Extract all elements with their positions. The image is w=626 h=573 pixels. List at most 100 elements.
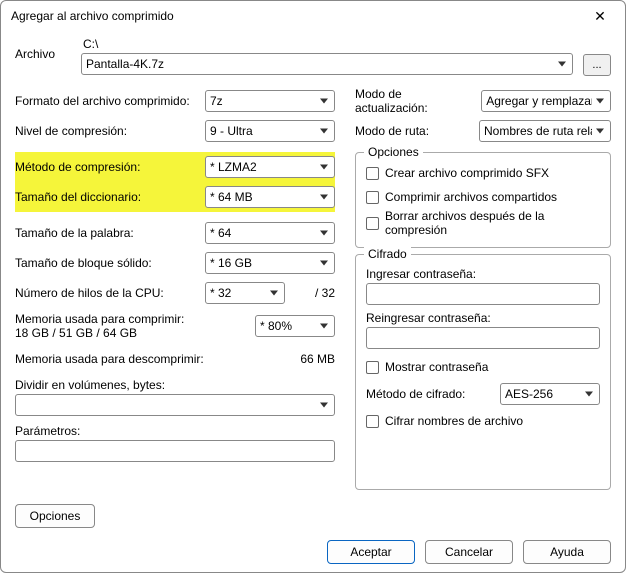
ok-button[interactable]: Aceptar xyxy=(327,540,415,564)
window-title: Agregar al archivo comprimido xyxy=(11,9,174,23)
opt-shared-row[interactable]: Comprimir archivos compartidos xyxy=(366,185,600,209)
archive-name-value: Pantalla-4K.7z xyxy=(86,57,164,71)
format-select[interactable]: 7z xyxy=(205,90,335,112)
archive-path: C:\ xyxy=(83,37,573,51)
enc-method-row: Método de cifrado: AES-256 xyxy=(366,379,600,409)
help-button-label: Ayuda xyxy=(550,545,584,559)
method-row: Método de compresión: * LZMA2 xyxy=(15,152,335,182)
format-row: Formato del archivo comprimido: 7z xyxy=(15,86,335,116)
threads-row: Número de hilos de la CPU: * 32 / 32 xyxy=(15,278,335,308)
format-value: 7z xyxy=(210,94,223,108)
opt-delete-label: Borrar archivos después de la compresión xyxy=(385,209,600,237)
dict-select[interactable]: * 64 MB xyxy=(205,186,335,208)
pwd-label: Ingresar contraseña: xyxy=(366,267,600,281)
mem-decomp-value: 66 MB xyxy=(275,352,335,366)
checkbox-icon[interactable] xyxy=(366,415,379,428)
level-select[interactable]: 9 - Ultra xyxy=(205,120,335,142)
dict-row: Tamaño del diccionario: * 64 MB xyxy=(15,182,335,212)
params-input[interactable] xyxy=(15,440,335,462)
enc-names-row[interactable]: Cifrar nombres de archivo xyxy=(366,409,600,433)
pathmode-row: Modo de ruta: Nombres de ruta relativos xyxy=(355,116,611,146)
encrypt-legend: Cifrado xyxy=(364,247,411,261)
memory-compress-block: Memoria usada para comprimir: 18 GB / 51… xyxy=(15,312,335,340)
archive-file-stack: C:\ Pantalla-4K.7z xyxy=(81,37,573,75)
params-block: Parámetros: xyxy=(15,424,335,462)
left-column: Formato del archivo comprimido: 7z Nivel… xyxy=(15,86,335,490)
checkbox-icon[interactable] xyxy=(366,361,379,374)
checkbox-icon[interactable] xyxy=(366,167,379,180)
word-value: * 64 xyxy=(210,226,231,240)
dict-value: * 64 MB xyxy=(210,190,253,204)
pathmode-label: Modo de ruta: xyxy=(355,124,429,138)
browse-button[interactable]: ... xyxy=(583,54,611,76)
split-select[interactable] xyxy=(15,394,335,416)
mem-comp-label: Memoria usada para comprimir: xyxy=(15,312,247,326)
show-pwd-row[interactable]: Mostrar contraseña xyxy=(366,355,600,379)
pwd2-label: Reingresar contraseña: xyxy=(366,311,600,325)
browse-label: ... xyxy=(592,59,601,71)
pwd2-input[interactable] xyxy=(366,327,600,349)
pwd-input[interactable] xyxy=(366,283,600,305)
params-label: Parámetros: xyxy=(15,424,80,438)
block-label: Tamaño de bloque sólido: xyxy=(15,256,205,270)
enc-names-label: Cifrar nombres de archivo xyxy=(385,414,523,428)
update-select[interactable]: Agregar y remplazar archivos xyxy=(481,90,611,112)
enc-method-label: Método de cifrado: xyxy=(366,387,465,401)
bottom-area: Opciones xyxy=(15,504,611,528)
block-value: * 16 GB xyxy=(210,256,252,270)
threads-select[interactable]: * 32 xyxy=(205,282,285,304)
titlebar: Agregar al archivo comprimido ✕ xyxy=(1,1,625,31)
block-row: Tamaño de bloque sólido: * 16 GB xyxy=(15,248,335,278)
mem-comp-value: 18 GB / 51 GB / 64 GB xyxy=(15,326,247,340)
options-button-label: Opciones xyxy=(30,509,81,523)
dialog-window: Agregar al archivo comprimido ✕ Archivo … xyxy=(0,0,626,573)
word-label: Tamaño de la palabra: xyxy=(15,226,205,240)
options-button[interactable]: Opciones xyxy=(15,504,95,528)
dict-label: Tamaño del diccionario: xyxy=(15,190,205,204)
cancel-button-label: Cancelar xyxy=(445,545,493,559)
ok-button-label: Aceptar xyxy=(350,545,391,559)
format-label: Formato del archivo comprimido: xyxy=(15,94,205,108)
opt-sfx-label: Crear archivo comprimido SFX xyxy=(385,166,549,180)
archive-file-row: Archivo C:\ Pantalla-4K.7z ... xyxy=(15,37,611,76)
footer-buttons: Aceptar Cancelar Ayuda xyxy=(15,534,611,564)
archive-label: Archivo xyxy=(15,37,71,61)
close-icon[interactable]: ✕ xyxy=(585,1,615,31)
block-select[interactable]: * 16 GB xyxy=(205,252,335,274)
word-row: Tamaño de la palabra: * 64 xyxy=(15,218,335,248)
archive-name-select[interactable]: Pantalla-4K.7z xyxy=(81,53,573,75)
opt-sfx-row[interactable]: Crear archivo comprimido SFX xyxy=(366,161,600,185)
checkbox-icon[interactable] xyxy=(366,191,379,204)
opt-delete-row[interactable]: Borrar archivos después de la compresión xyxy=(366,209,600,237)
main-columns: Formato del archivo comprimido: 7z Nivel… xyxy=(15,86,611,490)
pathmode-select[interactable]: Nombres de ruta relativos xyxy=(479,120,611,142)
help-button[interactable]: Ayuda xyxy=(523,540,611,564)
split-label: Dividir en volúmenes, bytes: xyxy=(15,378,165,392)
method-value: * LZMA2 xyxy=(210,160,257,174)
right-column: Modo de actualización: Agregar y remplaz… xyxy=(355,86,611,490)
show-pwd-label: Mostrar contraseña xyxy=(385,360,488,374)
threads-value: * 32 xyxy=(210,286,231,300)
mem-decomp-row: Memoria usada para descomprimir: 66 MB xyxy=(15,344,335,374)
threads-label: Número de hilos de la CPU: xyxy=(15,286,205,300)
update-label: Modo de actualización: xyxy=(355,87,475,115)
dialog-content: Archivo C:\ Pantalla-4K.7z ... Formato d… xyxy=(1,31,625,572)
split-block: Dividir en volúmenes, bytes: xyxy=(15,378,335,416)
mem-decomp-label: Memoria usada para descomprimir: xyxy=(15,352,275,366)
options-legend: Opciones xyxy=(364,145,423,159)
method-select[interactable]: * LZMA2 xyxy=(205,156,335,178)
method-label: Método de compresión: xyxy=(15,160,205,174)
encrypt-fieldset: Cifrado Ingresar contraseña: Reingresar … xyxy=(355,254,611,490)
mem-comp-pct-select[interactable]: * 80% xyxy=(255,315,335,337)
enc-method-value: AES-256 xyxy=(505,387,553,401)
word-select[interactable]: * 64 xyxy=(205,222,335,244)
mem-comp-pct: * 80% xyxy=(260,319,292,333)
enc-method-select[interactable]: AES-256 xyxy=(500,383,600,405)
opt-shared-label: Comprimir archivos compartidos xyxy=(385,190,557,204)
options-fieldset: Opciones Crear archivo comprimido SFX Co… xyxy=(355,152,611,248)
cancel-button[interactable]: Cancelar xyxy=(425,540,513,564)
update-row: Modo de actualización: Agregar y remplaz… xyxy=(355,86,611,116)
checkbox-icon[interactable] xyxy=(366,217,379,230)
threads-total: / 32 xyxy=(295,286,335,300)
pathmode-value: Nombres de ruta relativos xyxy=(484,124,592,138)
